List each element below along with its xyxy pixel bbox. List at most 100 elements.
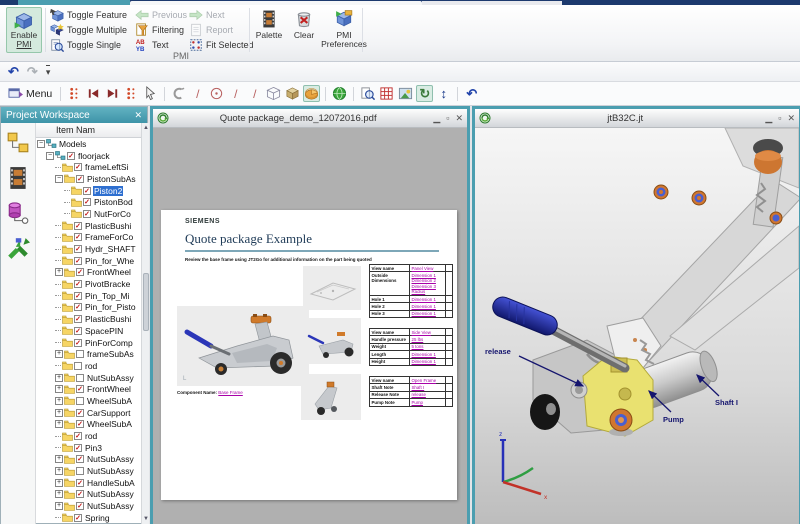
pmi-list-icon[interactable] — [66, 85, 83, 102]
menu-button[interactable]: > Menu — [8, 86, 52, 101]
release-label[interactable]: release — [485, 347, 511, 356]
expand-icon[interactable]: + — [55, 409, 63, 417]
expand-icon[interactable]: + — [55, 397, 63, 405]
table-link[interactable]: Open Frame — [412, 378, 444, 383]
expand-icon[interactable]: + — [55, 374, 63, 382]
tree-item-nutsubassy[interactable]: +✓NutSubAssy — [36, 489, 141, 501]
collapse-icon[interactable]: − — [37, 140, 45, 148]
enable-pmi-button[interactable]: Enable PMI — [6, 7, 42, 53]
tree-item-models[interactable]: −Models — [36, 138, 141, 150]
image-capture-icon[interactable] — [397, 85, 414, 102]
tree-item-framesubas[interactable]: +frameSubAs — [36, 348, 141, 360]
tree-item-floorjack[interactable]: −✓floorjack — [36, 150, 141, 162]
jt-3d-viewport[interactable]: release Pump Shaft I z x — [475, 128, 799, 524]
fit-selected-button[interactable]: Fit Selected — [187, 37, 247, 52]
jt-window-titlebar[interactable]: jtB32C.jt ▁ ▫ ✕ — [475, 109, 799, 128]
pmi-checkbox[interactable]: ✓ — [74, 327, 82, 335]
line-tool3-icon[interactable]: / — [246, 85, 263, 102]
toggle-single-button[interactable]: Toggle Single — [48, 37, 132, 52]
tree-item-rod[interactable]: ✓rod — [36, 430, 141, 442]
tree-item-rod[interactable]: rod — [36, 360, 141, 372]
pmi-checkbox[interactable]: ✓ — [67, 152, 75, 160]
resize-vertical-icon[interactable]: ↕ — [435, 85, 452, 102]
media-tools-icon[interactable] — [6, 236, 30, 260]
pmi-checkbox[interactable]: ✓ — [83, 198, 91, 206]
expand-icon[interactable]: + — [55, 455, 63, 463]
measure-icon[interactable] — [170, 85, 187, 102]
expand-icon[interactable]: + — [55, 350, 63, 358]
clear-button[interactable]: Clear — [289, 8, 319, 52]
pmi-checkbox[interactable]: ✓ — [74, 339, 82, 347]
pmi-checkbox[interactable]: ✓ — [76, 490, 84, 498]
grid-view-icon[interactable] — [378, 85, 395, 102]
expand-icon[interactable]: + — [55, 502, 63, 510]
pmi-checkbox[interactable] — [74, 362, 82, 370]
pmi-checkbox[interactable]: ✓ — [74, 222, 82, 230]
animation-icon[interactable] — [6, 166, 30, 190]
pdf-content-area[interactable]: SIEMENS Quote package Example Review the… — [153, 128, 467, 524]
tree-scrollbar[interactable]: ▲ ▼ — [141, 123, 149, 524]
table-link[interactable]: Dimension 1 — [412, 311, 444, 316]
pmi-checkbox[interactable]: ✓ — [76, 502, 84, 510]
pmi-checkbox[interactable]: ✓ — [74, 245, 82, 253]
expand-icon[interactable]: + — [55, 479, 63, 487]
tree-item-nutsubassy[interactable]: +✓NutSubAssy — [36, 454, 141, 466]
tree-item-spring[interactable]: ✓Spring — [36, 512, 141, 524]
toggle-feature-button[interactable]: Toggle Feature — [48, 7, 132, 22]
pmi-checkbox[interactable]: ✓ — [74, 233, 82, 241]
pmi-checkbox[interactable] — [76, 374, 84, 382]
pmi-checkbox[interactable]: ✓ — [74, 303, 82, 311]
scroll-up-icon[interactable]: ▲ — [142, 123, 149, 133]
tree-item-frameforco[interactable]: ✓FrameForCo — [36, 232, 141, 244]
tree-item-frontwheel[interactable]: +✓FrontWheel — [36, 383, 141, 395]
palette-button[interactable]: Palette — [252, 8, 286, 52]
table-link[interactable]: Dimension 1 — [412, 352, 444, 357]
pmi-checkbox[interactable]: ✓ — [83, 210, 91, 218]
circle-tool-icon[interactable] — [208, 85, 225, 102]
tree-item-nutsubassy[interactable]: +NutSubAssy — [36, 465, 141, 477]
table-link[interactable]: Dimension 1 — [412, 359, 444, 364]
close-icon[interactable]: ✕ — [455, 114, 463, 123]
tree-item-frontwheel[interactable]: +✓FrontWheel — [36, 267, 141, 279]
restore-icon[interactable]: ▫ — [778, 114, 781, 123]
collapse-icon[interactable]: − — [46, 152, 54, 160]
table-link[interactable]: 5 tons — [412, 344, 444, 349]
refresh-icon[interactable]: ↻ — [416, 85, 433, 102]
table-link[interactable]: 25 lbs — [412, 337, 444, 342]
pmi-checkbox[interactable]: ✓ — [74, 163, 82, 171]
pmi-checkbox[interactable]: ✓ — [76, 455, 84, 463]
pmi-checkbox[interactable]: ✓ — [74, 514, 82, 522]
tree-item-nutsubassy[interactable]: +✓NutSubAssy — [36, 500, 141, 512]
pmi-checkbox[interactable]: ✓ — [83, 187, 91, 195]
table-link[interactable]: Shaft I — [412, 385, 444, 390]
pmi-list2-icon[interactable] — [123, 85, 140, 102]
select-pointer-icon[interactable] — [142, 85, 159, 102]
tree-item-pin-for-whe[interactable]: ✓Pin_for_Whe — [36, 255, 141, 267]
toolbar-options-icon[interactable]: ▾ — [46, 65, 51, 78]
table-link[interactable]: Dimension 1 — [412, 304, 444, 309]
table-link[interactable]: Side View — [412, 330, 444, 335]
close-icon[interactable]: ✕ — [787, 114, 795, 123]
pmi-checkbox[interactable]: ✓ — [74, 432, 82, 440]
pmi-checkbox[interactable]: ✓ — [74, 280, 82, 288]
pmi-checkbox[interactable]: ✓ — [76, 268, 84, 276]
tree-item-wheelsuba[interactable]: +WheelSubA — [36, 395, 141, 407]
tree-item-wheelsuba[interactable]: +✓WheelSubA — [36, 419, 141, 431]
table-link[interactable]: Radius — [412, 289, 444, 294]
shaft-label[interactable]: Shaft I — [715, 398, 738, 407]
tree-item-pinforcomp[interactable]: ✓PinForComp — [36, 337, 141, 349]
filtering-button[interactable]: Filtering — [133, 22, 186, 37]
minimize-icon[interactable]: ▁ — [765, 114, 772, 123]
expand-icon[interactable]: + — [55, 385, 63, 393]
tree-item-pin-top-mi[interactable]: ✓Pin_Top_Mi — [36, 290, 141, 302]
pmi-checkbox[interactable] — [76, 467, 84, 475]
assembly-tree-icon[interactable] — [6, 131, 30, 155]
tree-item-hydr-shaft[interactable]: ✓Hydr_SHAFT — [36, 243, 141, 255]
collapse-icon[interactable]: − — [55, 175, 63, 183]
pmi-checkbox[interactable] — [76, 350, 84, 358]
pmi-checkbox[interactable]: ✓ — [76, 175, 84, 183]
tree-item-spacepin[interactable]: ✓SpacePIN — [36, 325, 141, 337]
component-name-link[interactable]: Base Frame — [218, 390, 243, 395]
zoom-page-icon[interactable] — [359, 85, 376, 102]
pmi-checkbox[interactable]: ✓ — [76, 479, 84, 487]
